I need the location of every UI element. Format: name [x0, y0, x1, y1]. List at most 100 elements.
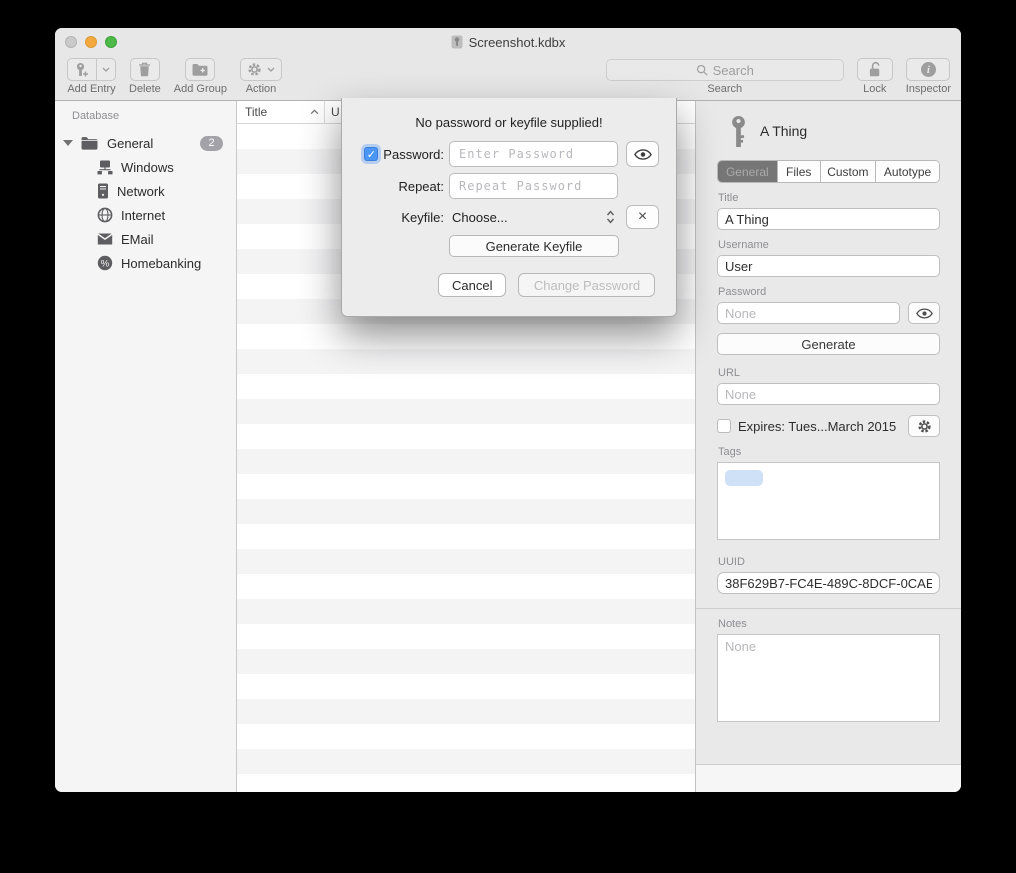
add-group-item: Add Group [174, 58, 227, 95]
eye-icon [634, 149, 652, 160]
password-row: ✓ Password: [342, 141, 676, 167]
repeat-row: Repeat: [342, 173, 676, 199]
column-username-label: U [331, 105, 340, 119]
toolbar: Add Entry Delete Add Gro [55, 56, 961, 101]
inspector-tabs: General Files Custom Autotype [717, 160, 940, 183]
sidebar-item-general[interactable]: General 2 [55, 131, 236, 155]
sidebar-item-label: EMail [121, 232, 154, 247]
percent-icon: % [97, 255, 113, 271]
tab-autotype[interactable]: Autotype [876, 161, 939, 182]
expires-row: Expires: Tues...March 2015 [717, 415, 940, 437]
sidebar-section-header: Database [55, 110, 236, 122]
notes-label: Notes [718, 618, 940, 630]
expires-checkbox[interactable] [717, 419, 731, 433]
sheet-warning-message: No password or keyfile supplied! [342, 115, 676, 130]
enter-password-input[interactable] [449, 141, 618, 167]
expires-label: Expires: Tues...March 2015 [738, 419, 896, 434]
key-icon [729, 116, 748, 147]
sidebar-item-label: Internet [121, 208, 165, 223]
tag-token[interactable] [725, 470, 763, 486]
action-button[interactable] [240, 58, 282, 81]
delete-item: Delete [129, 58, 161, 95]
toolbar-right-group: Search Search Lock i Inspector [606, 58, 951, 100]
entry-header: A Thing [717, 113, 940, 149]
expires-settings-button[interactable] [908, 415, 940, 437]
gear-icon [247, 62, 262, 77]
search-input[interactable]: Search [606, 59, 844, 81]
inspector-panel: A Thing General Files Custom Autotype Ti… [695, 101, 961, 792]
delete-label: Delete [129, 83, 161, 95]
sidebar-item-internet[interactable]: Internet [55, 203, 236, 227]
lock-item: Lock [857, 58, 893, 95]
lock-label: Lock [863, 83, 886, 95]
change-password-sheet: No password or keyfile supplied! ✓ Passw… [341, 98, 677, 317]
zoom-button[interactable] [105, 36, 117, 48]
chevron-down-icon [102, 67, 110, 72]
svg-text:%: % [101, 258, 110, 269]
eye-icon [916, 308, 933, 319]
folder-plus-icon [192, 63, 208, 76]
chevron-down-icon [267, 67, 275, 72]
tab-general[interactable]: General [718, 161, 778, 182]
sidebar-item-label: Homebanking [121, 256, 201, 271]
trash-icon [138, 62, 151, 77]
column-header-username[interactable]: U [325, 105, 340, 119]
sidebar-item-email[interactable]: EMail [55, 227, 236, 251]
windows-network-icon [97, 160, 113, 175]
macpass-window: Screenshot.kdbx [55, 28, 961, 792]
keyfile-label: Keyfile: [401, 210, 444, 225]
search-label: Search [707, 83, 742, 95]
clear-keyfile-button[interactable]: × [626, 205, 659, 229]
sidebar-item-homebanking[interactable]: % Homebanking [55, 251, 236, 275]
close-button[interactable] [65, 36, 77, 48]
password-checkbox[interactable]: ✓ [364, 147, 378, 161]
username-label: Username [718, 239, 940, 251]
add-entry-button[interactable] [67, 58, 116, 81]
tab-files[interactable]: Files [778, 161, 821, 182]
notes-field[interactable] [717, 634, 940, 722]
title-field[interactable] [717, 208, 940, 230]
url-field[interactable] [717, 383, 940, 405]
column-header-title[interactable]: Title [237, 101, 325, 123]
titlebar: Screenshot.kdbx [55, 28, 961, 56]
add-entry-dropdown[interactable] [96, 59, 115, 80]
window-title: Screenshot.kdbx [451, 35, 566, 50]
sidebar-item-network[interactable]: Network [55, 179, 236, 203]
tags-label: Tags [718, 446, 940, 458]
password-label: Password [718, 286, 940, 298]
generate-keyfile-button[interactable]: Generate Keyfile [449, 235, 619, 257]
traffic-lights [65, 36, 117, 48]
entry-title: A Thing [760, 123, 807, 139]
search-icon [696, 64, 708, 76]
reveal-password-button[interactable] [626, 141, 659, 167]
action-label: Action [246, 83, 277, 95]
cancel-button[interactable]: Cancel [438, 273, 506, 297]
lock-button[interactable] [857, 58, 893, 81]
minimize-button[interactable] [85, 36, 97, 48]
password-label: Password: [383, 147, 444, 162]
keyfile-popup[interactable]: Choose... [449, 210, 618, 225]
tab-custom[interactable]: Custom [821, 161, 876, 182]
add-entry-label: Add Entry [67, 83, 115, 95]
username-field[interactable] [717, 255, 940, 277]
change-password-button[interactable]: Change Password [518, 273, 655, 297]
tags-field[interactable] [717, 462, 940, 540]
entry-count-badge: 2 [200, 136, 223, 151]
folder-icon [81, 136, 98, 150]
sidebar-item-windows[interactable]: Windows [55, 155, 236, 179]
repeat-password-input[interactable] [449, 173, 618, 199]
generate-password-button[interactable]: Generate [717, 333, 940, 355]
delete-button[interactable] [130, 58, 160, 81]
password-field[interactable] [717, 302, 900, 324]
gear-icon [917, 419, 932, 434]
divider [696, 608, 961, 609]
add-group-button[interactable] [185, 58, 215, 81]
disclosure-triangle-icon[interactable] [63, 140, 73, 146]
reveal-password-button[interactable] [908, 302, 940, 324]
info-icon: i [921, 62, 936, 77]
generate-keyfile-row: Generate Keyfile [449, 235, 676, 257]
inspector-button[interactable]: i [906, 58, 950, 81]
toolbar-left-group: Add Entry Delete Add Gro [67, 58, 282, 100]
uuid-field[interactable] [717, 572, 940, 594]
server-icon [97, 183, 109, 199]
